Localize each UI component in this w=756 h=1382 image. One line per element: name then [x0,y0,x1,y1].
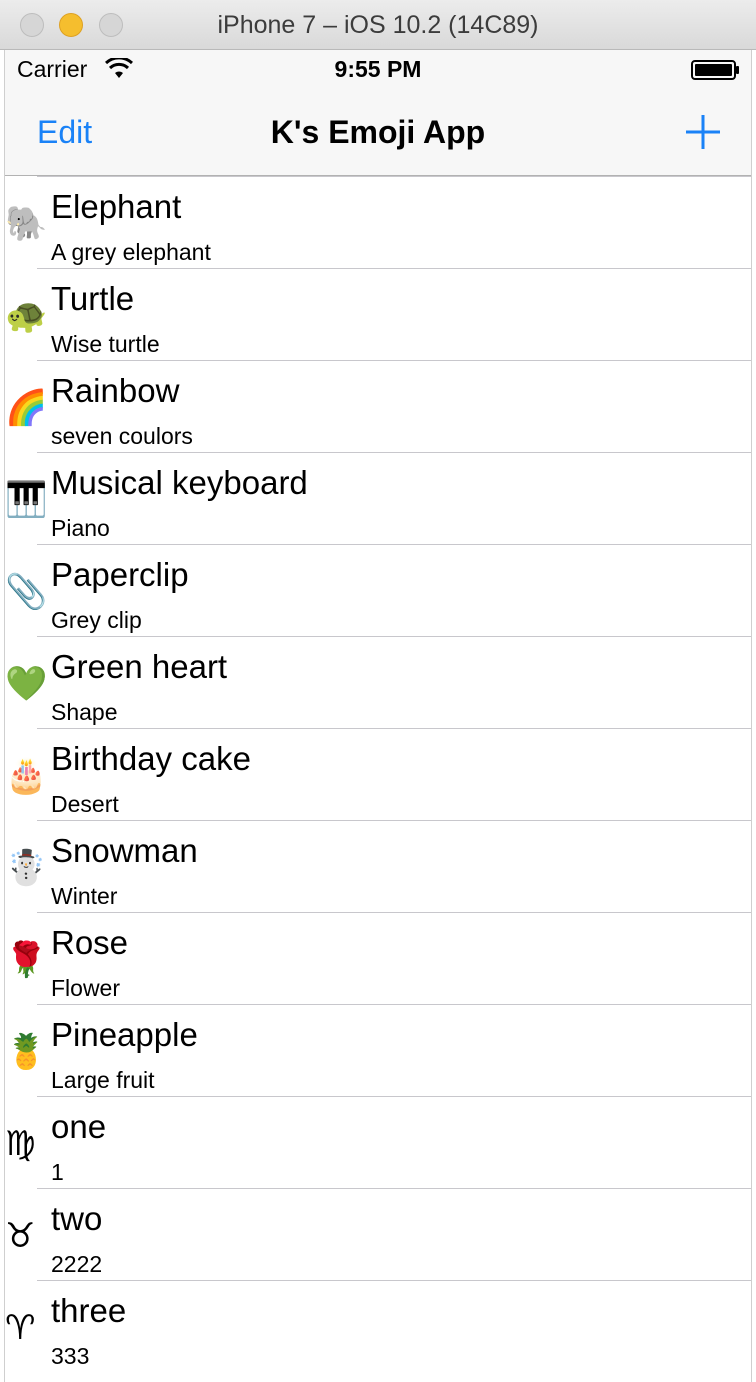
row-separator [37,636,751,637]
table-row[interactable]: ♈ three 333 [5,1280,751,1372]
row-subtitle: 333 [51,1343,90,1369]
row-subtitle: seven coulors [51,423,193,449]
row-title: two [51,1200,103,1237]
row-emoji-icon: 🐘 [5,205,48,243]
row-separator [37,912,751,913]
navigation-bar: Edit K's Emoji App [5,90,751,176]
row-emoji-icon: ♍ [5,1125,36,1163]
emoji-table: 🐘 Elephant A grey elephant 🐢 Turtle Wise turt… [5,176,751,1372]
row-subtitle: A grey elephant [51,239,211,265]
table-row[interactable]: 🎹 Musical keyboard Piano [5,452,751,544]
row-subtitle: Grey clip [51,607,142,633]
table-row[interactable]: 🐢 Turtle Wise turtle [5,268,751,360]
status-time: 9:55 PM [334,56,422,82]
table-row[interactable]: 🐘 Elephant A grey elephant [5,176,751,268]
row-emoji-icon: 📎 [5,573,48,611]
row-title: Pineapple [51,1016,198,1053]
row-separator [37,1280,751,1281]
row-title: one [51,1108,107,1145]
row-separator [37,452,751,453]
row-subtitle: Large fruit [51,1067,155,1093]
table-row[interactable]: 💚 Green heart Shape [5,636,751,728]
row-emoji-icon: 🍍 [5,1033,48,1071]
row-emoji-icon: ☃️ [5,849,48,887]
table-row[interactable]: 🌈 Rainbow seven coulors [5,360,751,452]
row-emoji-icon: ♈ [5,1309,36,1347]
row-separator [37,268,751,269]
row-title: Green heart [51,648,228,685]
row-emoji-icon: 🌹 [5,941,48,979]
row-subtitle: Wise turtle [51,331,160,357]
row-emoji-icon: ♉ [5,1217,36,1255]
row-subtitle: 2222 [51,1251,103,1277]
row-emoji-icon: 🎹 [5,481,48,519]
row-subtitle: Winter [51,883,118,909]
row-separator [37,360,751,361]
row-title: Musical keyboard [51,464,308,501]
row-title: Elephant [51,188,182,225]
row-separator [37,1096,751,1097]
row-subtitle: Shape [51,699,118,725]
row-separator [37,1004,751,1005]
window-titlebar: iPhone 7 – iOS 10.2 (14C89) [0,0,756,50]
row-separator [37,544,751,545]
table-row[interactable]: 🍍 Pineapple Large fruit [5,1004,751,1096]
row-title: Rose [51,924,129,961]
row-emoji-icon: 🎂 [5,757,48,795]
row-title: Rainbow [51,372,180,409]
window-title: iPhone 7 – iOS 10.2 (14C89) [217,11,539,39]
table-row[interactable]: 📎 Paperclip Grey clip [5,544,751,636]
row-title: Turtle [51,280,135,317]
table-row[interactable]: ♍ one 1 [5,1096,751,1188]
row-subtitle: 1 [51,1159,64,1185]
table-row[interactable]: 🌹 Rose Flower [5,912,751,1004]
page-title: K's Emoji App [270,114,486,150]
row-title: Birthday cake [51,740,251,777]
table-row[interactable]: 🎂 Birthday cake Desert [5,728,751,820]
status-bar: Carrier 9:55 PM [5,50,751,90]
row-emoji-icon: 🌈 [5,389,48,427]
row-separator [37,1188,751,1189]
row-emoji-icon: 🐢 [5,297,48,335]
row-emoji-icon: 💚 [5,665,48,703]
row-subtitle: Desert [51,791,119,817]
row-separator [37,820,751,821]
row-title: Snowman [51,832,198,869]
plus-icon[interactable] [683,112,723,152]
table-row[interactable]: ♉ two 2222 [5,1188,751,1280]
row-title: Paperclip [51,556,189,593]
table-row[interactable]: ☃️ Snowman Winter [5,820,751,912]
row-separator [37,176,751,177]
simulator-window: iPhone 7 – iOS 10.2 (14C89) Carrier 9:55… [0,0,756,1382]
phone-screen: Carrier 9:55 PM Edit K's Emoji App 🐘 Elep… [4,50,752,1382]
battery-icon [691,60,739,80]
row-title: three [51,1292,127,1329]
row-separator [37,728,751,729]
row-subtitle: Piano [51,515,110,541]
row-subtitle: Flower [51,975,121,1001]
